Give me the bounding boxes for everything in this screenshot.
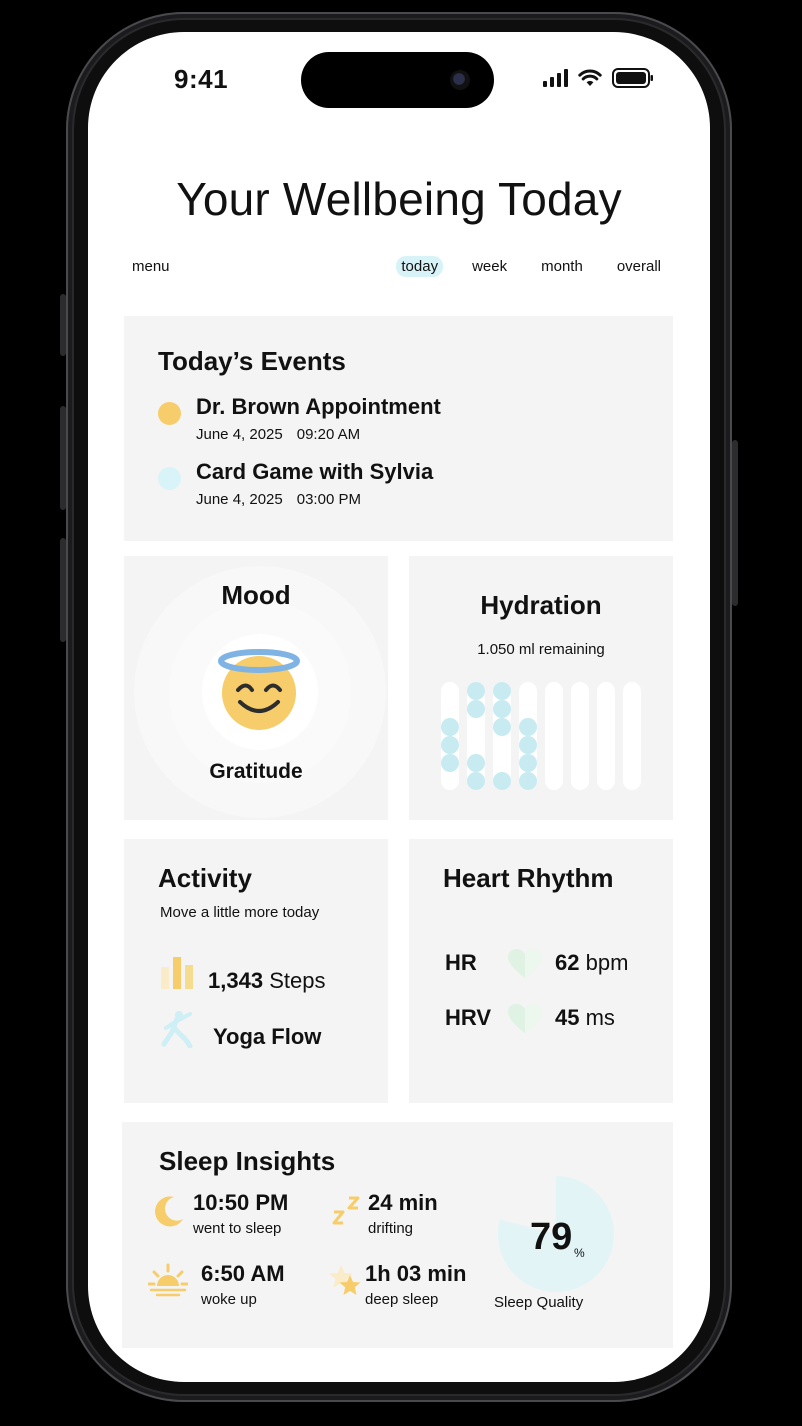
water-drop [493, 682, 511, 700]
events-title: Today’s Events [158, 346, 346, 376]
tab-week[interactable]: week [467, 256, 512, 277]
steps-value: 1,343 [208, 968, 264, 993]
wifi-icon [578, 69, 602, 86]
top-nav: menu today week month overall [132, 256, 666, 280]
activity-subtitle: Move a little more today [160, 904, 320, 921]
heart-rhythm-card[interactable]: Heart Rhythm HR 62 bpm HRV 45 ms [409, 839, 673, 1103]
cellular-signal-icon [543, 69, 568, 87]
sleep-quality-label: Sleep Quality [494, 1294, 584, 1311]
hydration-card[interactable]: Hydration 1.050 ml remaining [409, 556, 673, 820]
deep-sleep-value: 1h 03 min [365, 1261, 467, 1286]
screen: 9:41 Your Wellbeing Today menu today wee… [88, 32, 710, 1382]
hydration-remaining: 1.050 ml remaining [477, 641, 605, 658]
event-time: 03:00 PM [296, 491, 361, 508]
stars-icon [329, 1265, 361, 1295]
workout-name: Yoga Flow [213, 1024, 322, 1049]
event-color-dot [158, 402, 181, 425]
water-drop [519, 718, 537, 736]
heart-icon [508, 949, 542, 978]
page-title: Your Wellbeing Today [176, 173, 622, 225]
event-datetime: June 4, 2025 03:00 PM [196, 491, 361, 508]
camera-icon [450, 70, 470, 90]
drift-value: 24 min [368, 1190, 438, 1215]
sunrise-icon [148, 1263, 188, 1297]
water-bar [571, 682, 589, 790]
water-bar [545, 682, 563, 790]
water-bar [597, 682, 615, 790]
water-drop [493, 700, 511, 718]
moon-icon [155, 1196, 183, 1227]
heart-icon [508, 1004, 542, 1033]
action-button [60, 294, 66, 356]
hrv-unit: ms [585, 1005, 615, 1030]
volume-down-button [60, 538, 66, 642]
wake-label: woke up [201, 1291, 257, 1308]
dynamic-island [301, 52, 494, 108]
drift-label: drifting [368, 1220, 414, 1237]
event-date: June 4, 2025 [196, 491, 283, 508]
hydration-bars [441, 682, 645, 790]
event-datetime: June 4, 2025 09:20 AM [196, 426, 360, 443]
water-drop [441, 718, 459, 736]
water-drop [519, 754, 537, 772]
water-drop [493, 772, 511, 790]
hr-value: 62 [555, 950, 580, 975]
sleep-quality-value: 79 [530, 1216, 573, 1258]
status-icons [543, 68, 654, 88]
event-color-dot [158, 467, 181, 490]
events-card[interactable]: Today’s Events Dr. Brown Appointment Jun… [124, 316, 673, 541]
hr-unit: bpm [585, 950, 629, 975]
water-drop [441, 754, 459, 772]
hrv-value: 45 [555, 1005, 580, 1030]
menu-button[interactable]: menu [132, 258, 170, 275]
activity-title: Activity [158, 863, 252, 893]
event-time: 09:20 AM [296, 426, 361, 443]
wake-value: 6:50 AM [201, 1261, 285, 1286]
water-drop [467, 682, 485, 700]
hr-label: HR [445, 950, 477, 975]
water-bar [623, 682, 641, 790]
period-tabs: today week month overall [396, 256, 666, 277]
yoga-pose-icon [161, 1011, 193, 1048]
water-drop [467, 700, 485, 718]
steps-unit: Steps [269, 968, 326, 993]
hydration-title: Hydration [480, 590, 602, 620]
activity-card[interactable]: Activity Move a little more today 1,343 … [124, 839, 388, 1103]
status-time: 9:41 [174, 64, 229, 94]
tab-overall[interactable]: overall [612, 256, 666, 277]
hr-value-group: 62 bpm [555, 950, 628, 976]
mood-card[interactable]: Mood Gratitude [124, 556, 388, 820]
water-drop [467, 772, 485, 790]
water-drop [467, 754, 485, 772]
tab-month[interactable]: month [536, 256, 588, 277]
deep-sleep-label: deep sleep [365, 1291, 439, 1308]
mood-label: Gratitude [209, 760, 303, 783]
water-drop [493, 718, 511, 736]
steps-row: 1,343 Steps [208, 968, 325, 994]
mood-title: Mood [221, 580, 291, 610]
heart-title: Heart Rhythm [443, 863, 614, 893]
power-button [732, 440, 738, 606]
volume-up-button [60, 406, 66, 510]
water-drop [519, 736, 537, 754]
steps-bar-chart-icon [161, 957, 193, 989]
tab-today[interactable]: today [396, 256, 444, 277]
battery-icon [612, 68, 653, 88]
workout-row: Yoga Flow [213, 1024, 321, 1050]
bedtime-value: 10:50 PM [193, 1190, 289, 1215]
sleep-insights-card[interactable]: Sleep Insights 10:50 PM went to sleep 24… [122, 1122, 673, 1348]
smiling-face-with-halo-icon [218, 649, 300, 730]
event-date: June 4, 2025 [196, 426, 283, 443]
water-drop [441, 736, 459, 754]
water-drop [519, 772, 537, 790]
hrv-label: HRV [445, 1005, 492, 1030]
zzz-icon [332, 1196, 360, 1225]
sleep-quality-unit: % [574, 1246, 585, 1260]
event-name: Dr. Brown Appointment [196, 394, 441, 419]
event-name: Card Game with Sylvia [196, 459, 434, 484]
bedtime-label: went to sleep [193, 1220, 282, 1237]
hrv-value-group: 45 ms [555, 1005, 615, 1031]
sleep-title: Sleep Insights [159, 1146, 336, 1176]
